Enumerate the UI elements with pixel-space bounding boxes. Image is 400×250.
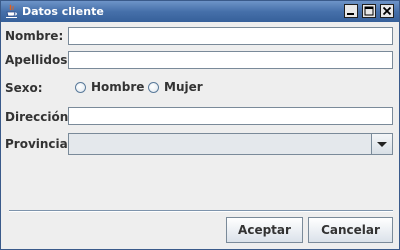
dialog-window: Datos cliente Nombre: Apellidos: Sexo: H… (0, 0, 400, 250)
java-cup-icon (4, 4, 19, 19)
radio-mujer[interactable]: Mujer (148, 80, 203, 94)
radio-hombre-label: Hombre (91, 80, 145, 94)
title-bar[interactable]: Datos cliente (1, 1, 399, 22)
window-title: Datos cliente (22, 5, 104, 18)
chevron-down-icon[interactable] (371, 134, 392, 154)
apellidos-field[interactable] (68, 51, 393, 69)
sexo-label: Sexo: (5, 81, 43, 95)
minimize-icon[interactable] (344, 4, 358, 18)
provincia-combo[interactable] (68, 133, 393, 155)
provincia-label: Provincia: (5, 137, 73, 151)
radio-button-icon[interactable] (75, 81, 86, 93)
direccion-field[interactable] (68, 107, 393, 125)
apellidos-label: Apellidos: (5, 53, 73, 67)
maximize-icon[interactable] (362, 4, 376, 18)
nombre-label: Nombre: (5, 29, 64, 43)
direccion-label: Dirección: (5, 110, 74, 124)
radio-hombre[interactable]: Hombre (75, 80, 144, 94)
separator (9, 210, 393, 212)
nombre-field[interactable] (68, 27, 393, 45)
close-icon[interactable] (380, 4, 394, 18)
radio-button-icon[interactable] (148, 81, 159, 93)
accept-button[interactable]: Aceptar (226, 217, 303, 243)
radio-mujer-label: Mujer (164, 80, 203, 94)
cancel-button[interactable]: Cancelar (308, 217, 393, 243)
